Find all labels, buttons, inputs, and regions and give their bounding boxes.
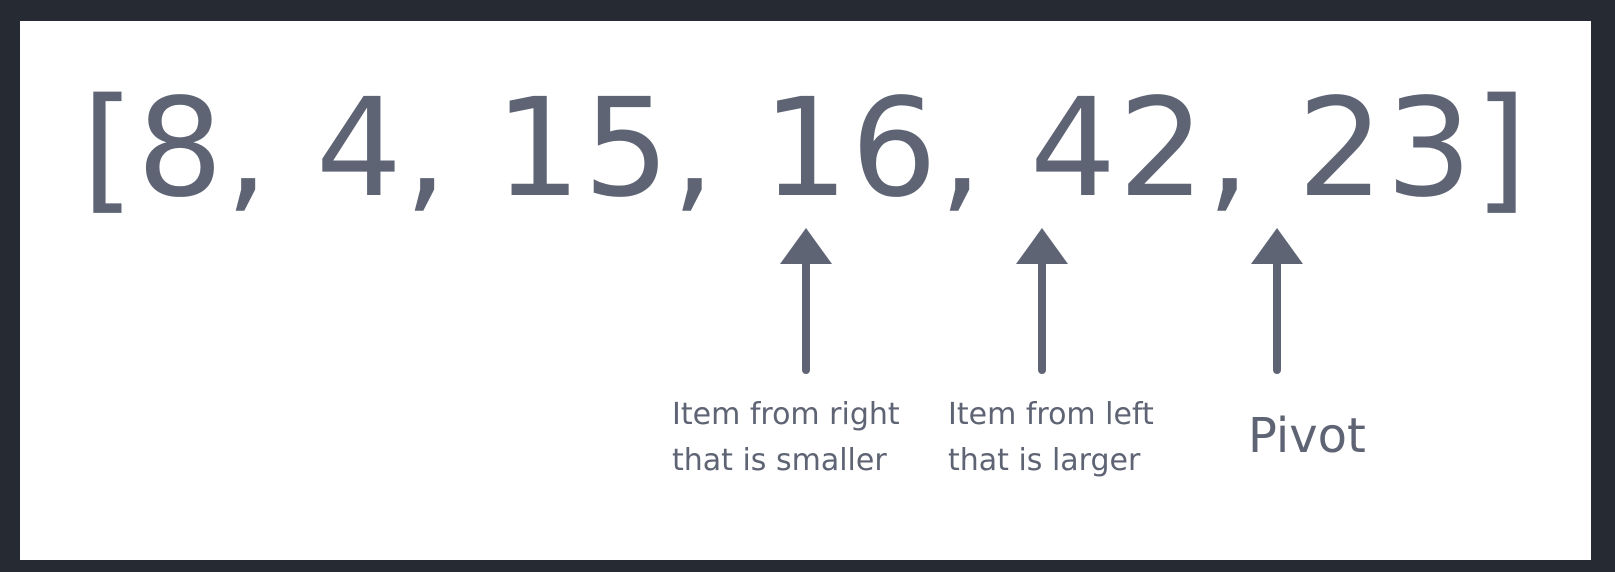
label-larger-item: Item from left that is larger xyxy=(948,392,1154,484)
label-pivot: Pivot xyxy=(1248,408,1366,464)
label-smaller-line1: Item from right xyxy=(672,397,900,432)
arrow-larger-icon xyxy=(1016,228,1068,374)
label-larger-line2: that is larger xyxy=(948,443,1141,478)
arrow-pivot-icon xyxy=(1251,228,1303,374)
diagram-canvas: [8, 4, 15, 16, 42, 23] Item from right t… xyxy=(20,21,1591,560)
arrow-smaller-icon xyxy=(780,228,832,374)
label-smaller-line2: that is smaller xyxy=(672,443,887,478)
label-larger-line1: Item from left xyxy=(948,397,1154,432)
label-smaller-item: Item from right that is smaller xyxy=(672,392,900,484)
